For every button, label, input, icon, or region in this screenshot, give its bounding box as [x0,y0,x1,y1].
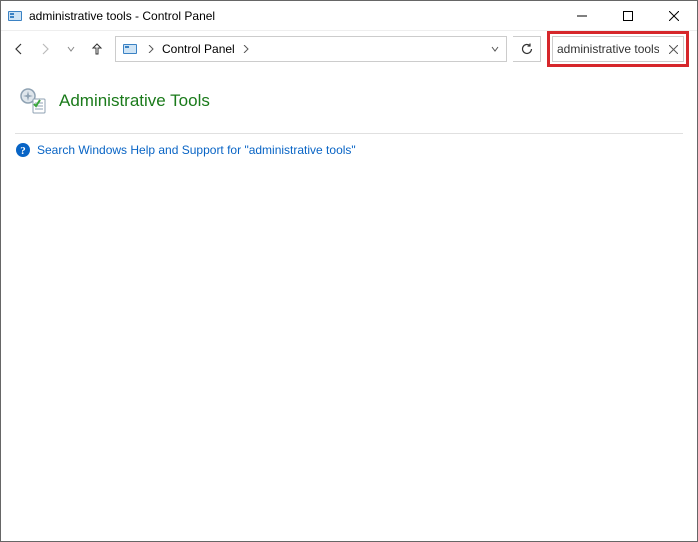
address-bar[interactable]: Control Panel [115,36,507,62]
recent-locations-button[interactable] [59,37,83,61]
breadcrumb-control-panel[interactable]: Control Panel [158,42,239,56]
titlebar: administrative tools - Control Panel [1,1,697,31]
back-button[interactable] [7,37,31,61]
search-highlight [547,31,689,67]
up-button[interactable] [85,37,109,61]
maximize-button[interactable] [605,1,651,31]
forward-button[interactable] [33,37,57,61]
clear-search-button[interactable] [663,37,683,61]
address-history-dropdown[interactable] [484,37,506,61]
control-panel-icon [7,8,23,24]
chevron-right-icon[interactable] [144,37,158,61]
administrative-tools-icon [17,85,49,117]
help-search-row[interactable]: ? Search Windows Help and Support for "a… [15,142,683,158]
control-panel-icon [122,41,138,57]
result-title: Administrative Tools [59,91,210,111]
search-box[interactable] [552,36,684,62]
minimize-button[interactable] [559,1,605,31]
divider [15,133,683,134]
close-button[interactable] [651,1,697,31]
help-icon: ? [15,142,31,158]
svg-text:?: ? [20,145,26,157]
content-area: Administrative Tools ? Search Windows He… [1,67,697,168]
nav-row: Control Panel [1,31,697,67]
search-result-item[interactable]: Administrative Tools [15,77,683,129]
search-input[interactable] [553,42,663,56]
chevron-right-icon[interactable] [239,37,253,61]
help-search-link[interactable]: Search Windows Help and Support for "adm… [37,143,356,157]
window-title: administrative tools - Control Panel [29,9,215,23]
refresh-button[interactable] [513,36,541,62]
